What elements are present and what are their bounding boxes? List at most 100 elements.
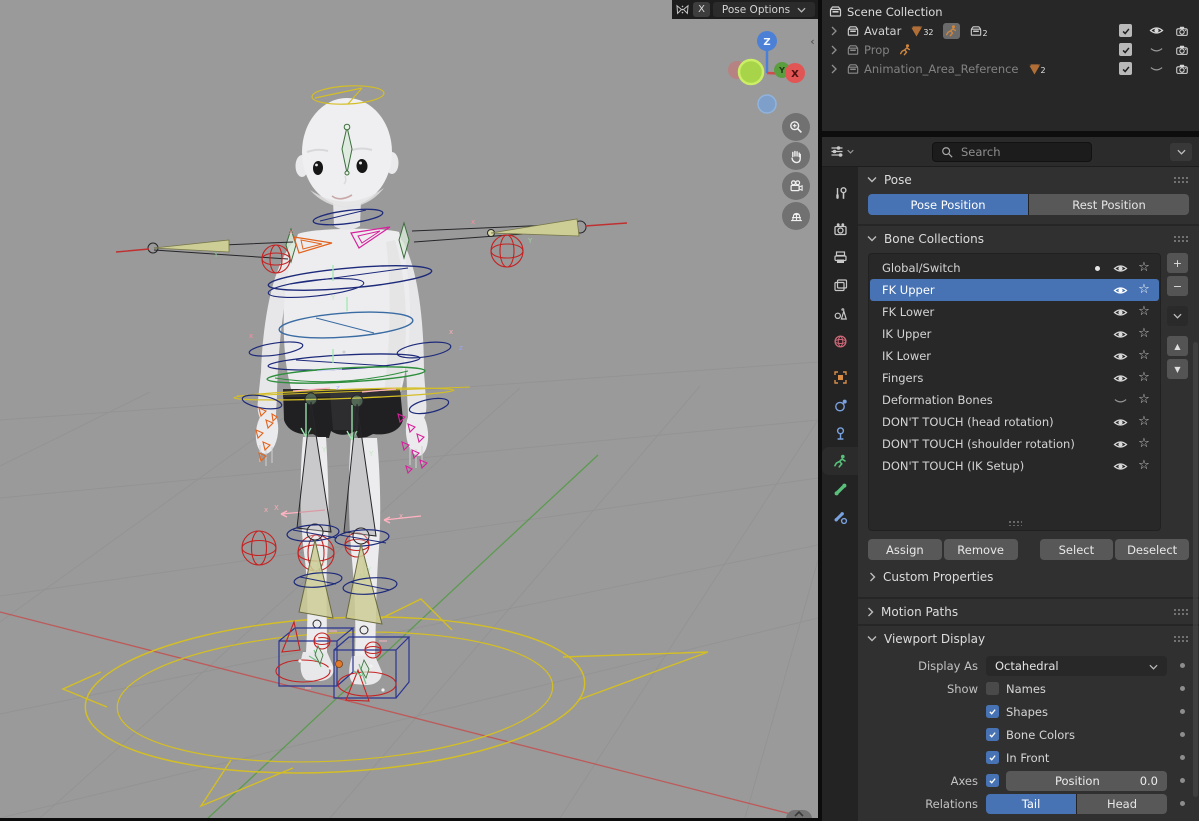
camera-visibility-icon[interactable]: [1171, 62, 1193, 76]
panel-drag-grip[interactable]: [1173, 608, 1190, 615]
tab-physics[interactable]: [822, 391, 858, 419]
select-button[interactable]: Select: [1040, 539, 1114, 560]
checkbox-bone-colors[interactable]: [986, 728, 999, 741]
relations-tail-button[interactable]: Tail: [986, 794, 1076, 814]
add-collection-button[interactable]: +: [1167, 253, 1188, 273]
properties-scrollbar[interactable]: [1193, 342, 1198, 797]
animate-decorator[interactable]: [1180, 732, 1185, 737]
disclosure-chevron-icon[interactable]: [830, 45, 842, 55]
panel-viewport-display-header[interactable]: Viewport Display: [858, 626, 1199, 651]
rest-position-button[interactable]: Rest Position: [1029, 194, 1189, 215]
mirror-butterfly-icon[interactable]: [675, 3, 690, 16]
solo-star-icon[interactable]: ☆: [1136, 305, 1152, 319]
nav-pan-button[interactable]: [782, 142, 810, 170]
nav-toggle-projection-button[interactable]: [782, 202, 810, 230]
animate-decorator[interactable]: [1180, 686, 1185, 691]
checkbox-in-front[interactable]: [986, 751, 999, 764]
solo-star-icon[interactable]: ☆: [1136, 283, 1152, 297]
move-down-button[interactable]: ▼: [1167, 359, 1188, 379]
bone-collection-row[interactable]: DON'T TOUCH (head rotation)☆: [870, 411, 1159, 433]
properties-options-button[interactable]: [1170, 143, 1192, 161]
panel-bone-collections-header[interactable]: Bone Collections: [858, 226, 1199, 251]
sidebar-collapse-arrow[interactable]: ‹: [807, 33, 818, 49]
panel-pose-header[interactable]: Pose: [858, 167, 1199, 192]
tab-bone-constraint[interactable]: [822, 503, 858, 531]
asset-shelf-toggle[interactable]: [786, 810, 812, 818]
tab-data[interactable]: [822, 447, 858, 475]
panel-custom-properties-header[interactable]: Custom Properties: [868, 566, 1189, 588]
outliner-row[interactable]: Animation_Area_Reference2: [822, 59, 1199, 78]
solo-star-icon[interactable]: ☆: [1136, 393, 1152, 407]
eye-open-icon[interactable]: [1145, 24, 1167, 37]
bone-collection-row[interactable]: IK Lower☆: [870, 345, 1159, 367]
solo-star-icon[interactable]: ☆: [1136, 327, 1152, 341]
armature-icon[interactable]: [943, 23, 960, 39]
bone-collection-row[interactable]: IK Upper☆: [870, 323, 1159, 345]
viewlayer-checkbox[interactable]: [1119, 62, 1132, 75]
viewlayer-checkbox[interactable]: [1119, 24, 1132, 37]
animate-decorator[interactable]: [1180, 755, 1185, 760]
viewlayer-checkbox[interactable]: [1119, 43, 1132, 56]
axes-position-slider[interactable]: Position 0.0: [1006, 771, 1167, 791]
tab-world[interactable]: [822, 327, 858, 355]
deselect-button[interactable]: Deselect: [1115, 539, 1189, 560]
disclosure-chevron-icon[interactable]: [830, 64, 842, 74]
bone-collection-row[interactable]: Deformation Bones☆: [870, 389, 1159, 411]
bone-collection-row[interactable]: DON'T TOUCH (IK Setup)☆: [870, 455, 1159, 477]
checkbox-shapes[interactable]: [986, 705, 999, 718]
eye-open-icon[interactable]: [1111, 350, 1129, 363]
eye-open-icon[interactable]: [1111, 438, 1129, 451]
tab-object[interactable]: [822, 363, 858, 391]
animate-decorator[interactable]: [1180, 663, 1185, 668]
eye-open-icon[interactable]: [1111, 284, 1129, 297]
display-as-dropdown[interactable]: Octahedral: [986, 656, 1167, 676]
solo-star-icon[interactable]: ☆: [1136, 349, 1152, 363]
list-resize-grip[interactable]: [1008, 520, 1022, 526]
checkbox-names[interactable]: [986, 682, 999, 695]
eye-open-icon[interactable]: [1111, 372, 1129, 385]
navigation-gizmo[interactable]: Y X Z: [725, 28, 815, 118]
outliner-row-scene-collection[interactable]: Scene Collection: [822, 2, 1199, 21]
properties-search[interactable]: [932, 142, 1092, 162]
eye-closed-icon[interactable]: [1145, 43, 1167, 56]
collection-specials-menu[interactable]: [1167, 306, 1188, 326]
pose-position-button[interactable]: Pose Position: [868, 194, 1028, 215]
eye-open-icon[interactable]: [1111, 460, 1129, 473]
panel-motion-paths-header[interactable]: Motion Paths: [858, 599, 1199, 624]
bone-collection-row[interactable]: FK Lower☆: [870, 301, 1159, 323]
axes-checkbox[interactable]: [986, 774, 999, 787]
mirror-x-toggle[interactable]: X: [693, 2, 710, 17]
editor-type-button[interactable]: [829, 144, 854, 159]
eye-closed-icon[interactable]: [1111, 394, 1129, 407]
nav-zoom-button[interactable]: [782, 113, 810, 141]
camera-visibility-icon[interactable]: [1171, 43, 1193, 57]
outliner-row[interactable]: Prop: [822, 40, 1199, 59]
viewport-3d[interactable]: xxYYxxzYYYxXxYYz X Pose Options Y X Z: [0, 0, 818, 818]
bone-collection-row[interactable]: FK Upper☆: [870, 279, 1159, 301]
eye-open-icon[interactable]: [1111, 262, 1129, 275]
bone-collection-row[interactable]: DON'T TOUCH (shoulder rotation)☆: [870, 433, 1159, 455]
tab-constraints[interactable]: [822, 419, 858, 447]
eye-open-icon[interactable]: [1111, 328, 1129, 341]
animate-decorator[interactable]: [1180, 801, 1185, 806]
move-up-button[interactable]: ▲: [1167, 336, 1188, 356]
tab-render[interactable]: [822, 215, 858, 243]
assign-button[interactable]: Assign: [868, 539, 942, 560]
outliner-row[interactable]: Avatar322: [822, 21, 1199, 40]
camera-visibility-icon[interactable]: [1171, 24, 1193, 38]
bone-collection-row[interactable]: Fingers☆: [870, 367, 1159, 389]
animate-decorator[interactable]: [1180, 709, 1185, 714]
pose-options-menu[interactable]: Pose Options: [713, 2, 815, 17]
remove-collection-button[interactable]: −: [1167, 276, 1188, 296]
remove-button[interactable]: Remove: [944, 539, 1018, 560]
solo-star-icon[interactable]: ☆: [1136, 459, 1152, 473]
bone-collection-row[interactable]: Global/Switch☆: [870, 257, 1159, 279]
solo-star-icon[interactable]: ☆: [1136, 371, 1152, 385]
animate-decorator[interactable]: [1180, 778, 1185, 783]
disclosure-chevron-icon[interactable]: [830, 26, 842, 36]
tab-tool[interactable]: [822, 179, 858, 207]
solo-star-icon[interactable]: ☆: [1136, 415, 1152, 429]
panel-drag-grip[interactable]: [1173, 235, 1190, 242]
tab-bone[interactable]: [822, 475, 858, 503]
eye-open-icon[interactable]: [1111, 306, 1129, 319]
